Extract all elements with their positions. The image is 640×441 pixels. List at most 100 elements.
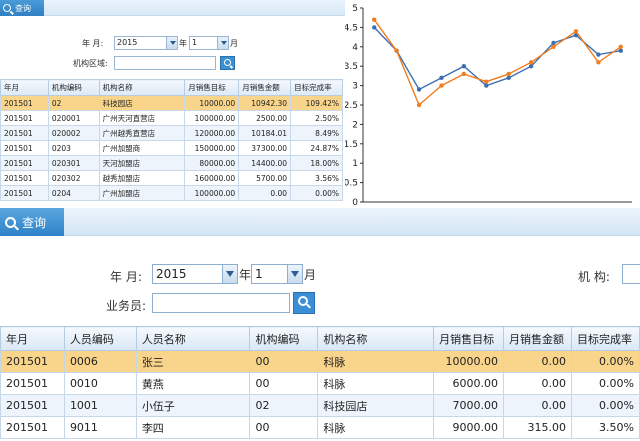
month-suffix: 月	[304, 268, 317, 282]
data-point	[596, 60, 601, 65]
table-row[interactable]: 201501 0010 黄燕 00 科脉 6000.00 0.00 0.00%	[0, 372, 640, 395]
data-point	[618, 44, 623, 49]
column-header[interactable]: 人员编码	[63, 326, 137, 351]
column-header[interactable]: 目标完成率	[570, 326, 640, 351]
y-tick-label: 0.5	[345, 179, 358, 189]
table-row[interactable]: 201501 02 科技园店 10000.00 10942.30 109.42%	[0, 95, 343, 111]
small-year-select[interactable]: 2015	[114, 36, 178, 50]
year-select[interactable]: 2015	[152, 264, 238, 284]
query-tab-label: 查询	[22, 215, 47, 230]
y-tick-label: 5	[352, 4, 358, 14]
table-row[interactable]: 201501 020002 广州越秀直营店 120000.00 10184.01 8.49…	[0, 125, 343, 141]
small-month-value: 1	[192, 38, 198, 47]
column-header[interactable]: 机构编码	[249, 326, 319, 351]
table-row[interactable]: 201501 0006 张三 00 科脉 10000.00 0.00 0.00%	[0, 350, 640, 373]
y-tick-label: 4.5	[345, 23, 358, 33]
chevron-down-icon[interactable]	[217, 37, 228, 49]
year-label: 年 月:	[110, 270, 142, 284]
y-tick-label: 1	[352, 159, 358, 169]
search-icon	[5, 216, 16, 228]
small-month-select[interactable]: 1	[189, 36, 229, 50]
series-line-1	[373, 19, 622, 107]
small-result-table: 年月 机构编码 机构名称 月销售目标 月销售金额 目标完成率 201501 02 科…	[0, 79, 343, 201]
column-header[interactable]: 机构名称	[98, 79, 186, 96]
chevron-down-icon[interactable]	[222, 265, 237, 283]
y-tick-label: 3.5	[345, 62, 358, 72]
query-tab[interactable]: 查询	[0, 208, 64, 236]
small-year-label: 年 月:	[82, 39, 104, 48]
table-row[interactable]: 201501 1001 小伍子 02 科技园店 7000.00 0.00 0.00%	[0, 394, 640, 417]
table-row[interactable]: 201501 9011 李四 00 科脉 9000.00 315.00 3.50%	[0, 416, 640, 439]
y-tick-label: 4	[352, 43, 358, 53]
column-header[interactable]: 年月	[0, 326, 65, 351]
table-row[interactable]: 201501 020301 天河加盟店 80000.00 14400.00 18.00%	[0, 155, 343, 171]
y-tick-label: 0	[352, 198, 358, 208]
y-tick-label: 2.5	[345, 101, 358, 111]
monthly-line-chart: 00.511.522.533.544.551月2月3月4月5月6月7月8月9月1…	[344, 0, 640, 240]
small-month-suffix: 月	[230, 39, 238, 48]
column-header[interactable]: 机构名称	[317, 326, 435, 351]
y-tick-label: 2	[352, 120, 358, 130]
chevron-down-icon[interactable]	[287, 265, 302, 283]
search-icon	[224, 59, 231, 66]
small-year-suffix: 年	[179, 39, 187, 48]
column-header[interactable]: 人员名称	[135, 326, 251, 351]
main-tab-strip	[64, 208, 640, 236]
data-point	[573, 29, 579, 34]
column-header[interactable]: 机构编码	[47, 79, 100, 96]
y-tick-label: 3	[352, 82, 358, 92]
table-row[interactable]: 201501 0204 广州加盟店 100000.00 0.00 0.00%	[0, 185, 343, 201]
data-point	[506, 75, 511, 81]
small-org-area-input[interactable]	[114, 56, 216, 70]
staff-search-button[interactable]	[293, 292, 315, 314]
table-header-row: 年月 人员编码 人员名称 机构编码 机构名称 月销售目标 月销售金额 目标完成率	[0, 326, 640, 351]
search-icon	[3, 4, 11, 12]
line-chart-svg: 00.511.522.533.544.551月2月3月4月5月6月7月8月9月1…	[344, 4, 632, 229]
search-icon	[298, 296, 308, 306]
table-header-row: 年月 机构编码 机构名称 月销售目标 月销售金额 目标完成率	[0, 79, 343, 96]
data-point	[461, 63, 467, 69]
table-row[interactable]: 201501 020302 越秀加盟店 160000.00 5700.00 3.56%	[0, 170, 343, 186]
data-point	[416, 102, 422, 108]
small-org-area-label: 机构区域:	[73, 59, 108, 68]
month-select[interactable]: 1	[251, 264, 303, 284]
year-value: 2015	[156, 267, 187, 281]
org-input[interactable]	[622, 264, 640, 284]
month-value: 1	[255, 267, 263, 281]
data-point	[394, 48, 399, 53]
data-point	[618, 48, 623, 53]
staff-result-table: 年月 人员编码 人员名称 机构编码 机构名称 月销售目标 月销售金额 目标完成率…	[0, 326, 640, 439]
column-header[interactable]: 年月	[0, 79, 49, 96]
data-point	[551, 44, 556, 49]
data-point	[596, 52, 601, 57]
data-point	[528, 63, 534, 69]
data-point	[484, 83, 489, 88]
small-search-button[interactable]	[220, 56, 235, 70]
data-point	[439, 75, 444, 81]
small-tab-strip	[44, 0, 345, 16]
year-suffix: 年	[239, 268, 252, 282]
table-row[interactable]: 201501 020001 广州天河直营店 100000.00 2500.00 2.50%	[0, 110, 343, 126]
column-header[interactable]: 月销售金额	[238, 79, 292, 96]
data-point	[461, 71, 467, 77]
small-query-tab[interactable]: 查询	[0, 0, 44, 16]
staff-label: 业务员:	[106, 299, 147, 313]
data-point	[372, 25, 377, 30]
data-point	[528, 60, 534, 65]
org-label: 机 构:	[578, 270, 610, 284]
table-row[interactable]: 201501 0203 广州加盟商 150000.00 37300.00 24.87%	[0, 140, 343, 156]
data-point	[484, 79, 489, 84]
chevron-down-icon[interactable]	[166, 37, 177, 49]
data-point	[416, 87, 422, 92]
small-query-tab-label: 查询	[15, 3, 31, 13]
small-query-panel: 查询 年 月: 2015 年 1 月 机构区域: 年月 机构编码 机构名称 月销…	[0, 0, 345, 205]
y-tick-label: 1.5	[345, 140, 358, 150]
data-point	[551, 40, 556, 46]
column-header[interactable]: 月销售目标	[433, 326, 505, 351]
series-line-0	[373, 26, 621, 91]
column-header[interactable]: 目标完成率	[290, 79, 343, 96]
column-header[interactable]: 月销售金额	[503, 326, 572, 351]
data-point	[439, 83, 444, 88]
staff-input[interactable]	[152, 293, 290, 313]
column-header[interactable]: 月销售目标	[184, 79, 240, 96]
